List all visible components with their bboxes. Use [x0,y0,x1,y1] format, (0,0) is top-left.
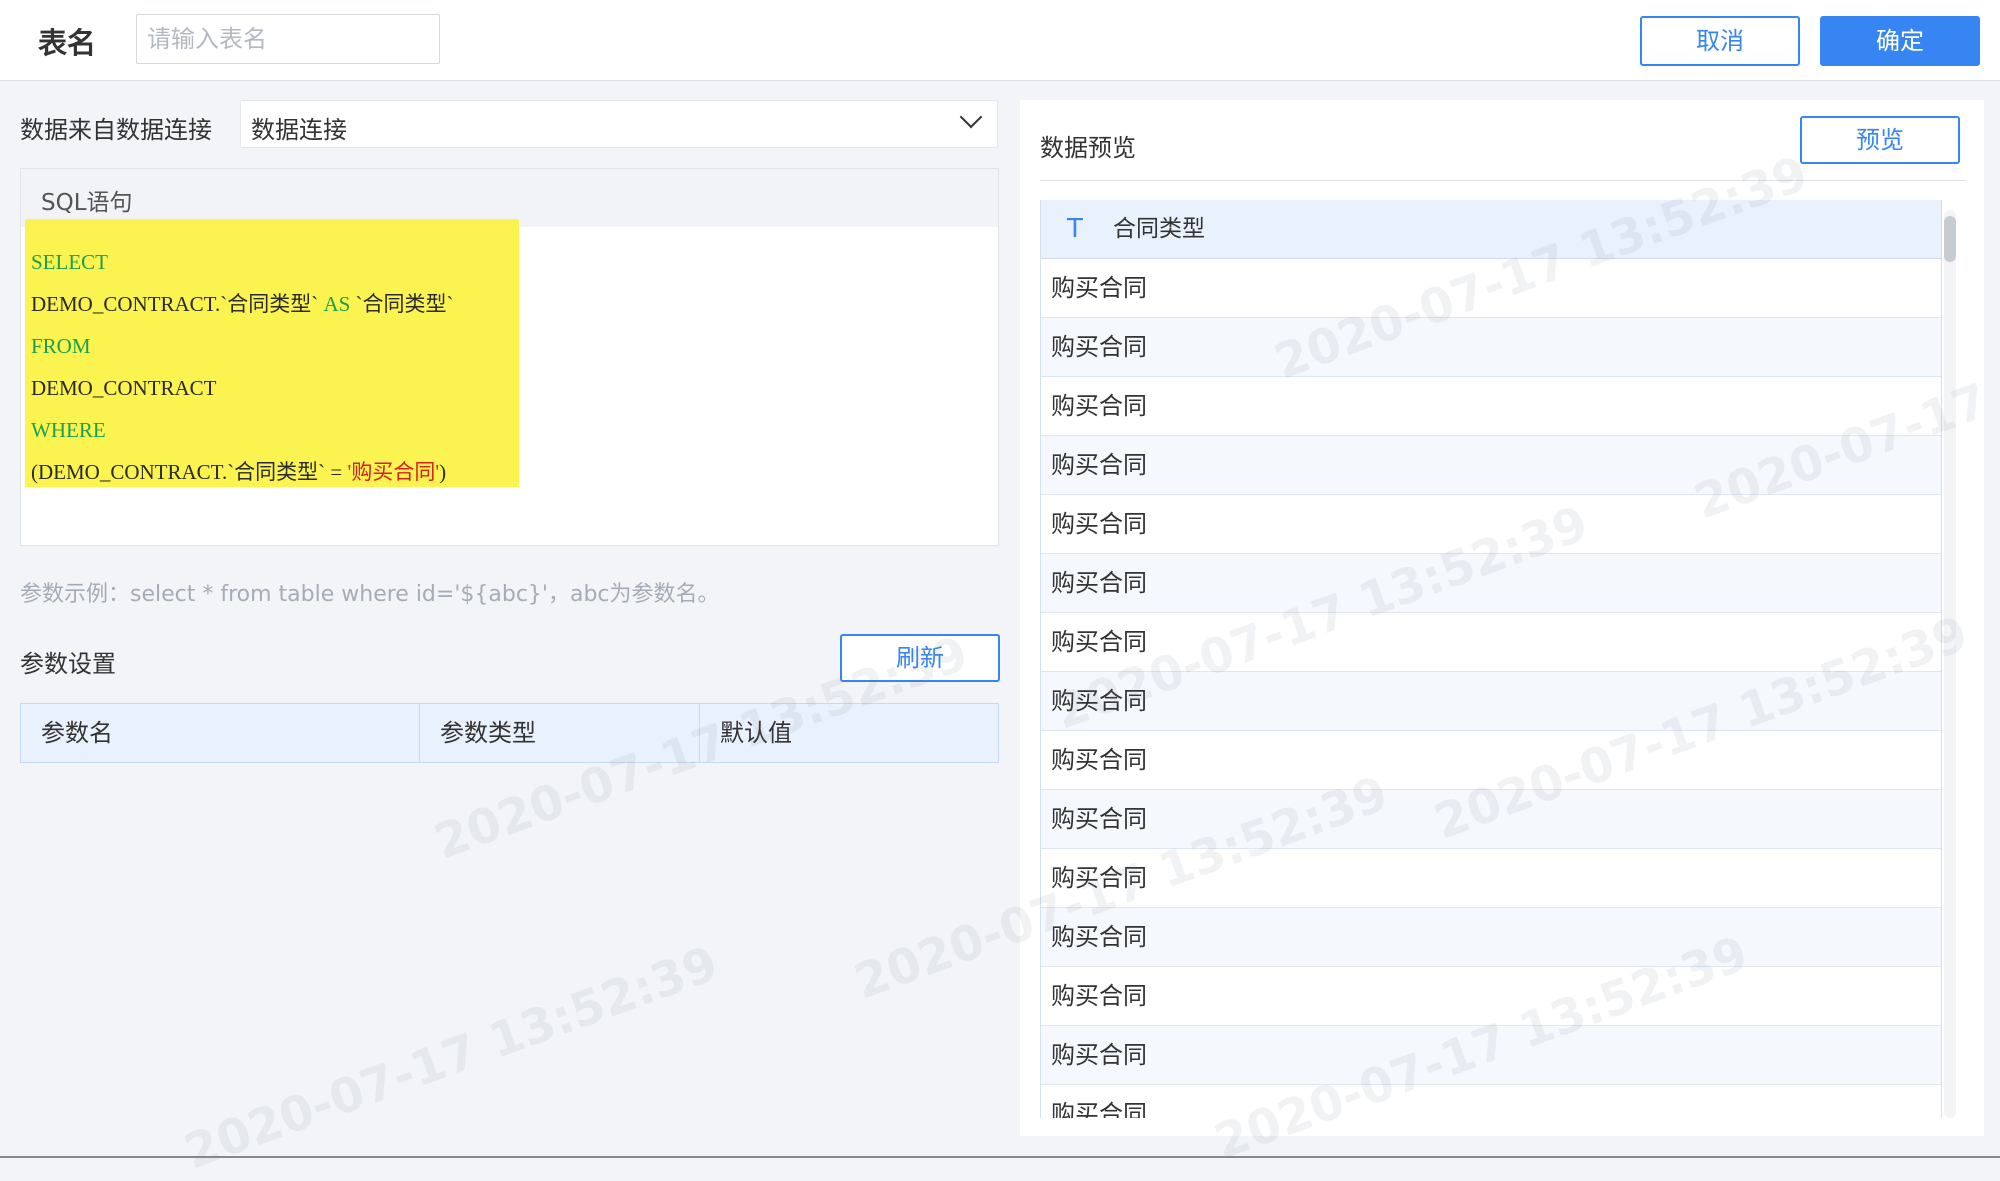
preview-grid: T 合同类型 购买合同 购买合同 购买合同 购买合同 购买合同 购买合同 购买合同 购买合同购… [1040,200,1942,1118]
sql-identifier: ) [439,460,447,484]
top-bar: 表名 取消 确定 [0,0,2000,81]
sql-code[interactable]: SELECT DEMO_CONTRACT.`合同类型` AS `合同类型` FROM… [31,241,454,493]
table-row[interactable]: 购买合同 [1041,908,1941,967]
table-name-input[interactable] [136,14,440,64]
cancel-button[interactable]: 取消 [1640,16,1800,66]
parameter-example-hint: 参数示例：select * from table where id='${abc… [20,582,720,607]
scrollbar-thumb[interactable] [1944,216,1956,262]
data-connection-select[interactable]: 数据连接 [240,100,998,148]
sql-keyword: AS [323,292,351,316]
data-connection-value: 数据连接 [251,116,347,144]
sql-identifier: `合同类型` [350,292,454,316]
column-header-param-name[interactable]: 参数名 [21,704,420,762]
preview-grid-body: 购买合同 购买合同 购买合同 购买合同 购买合同 购买合同 购买合同 购买合同 购买合同 购买合同… [1041,259,1941,1118]
table-row[interactable]: 购买合同 [1041,436,1941,495]
sql-keyword: WHERE [31,418,106,442]
preview-grid-header[interactable]: T 合同类型 [1041,200,1941,259]
column-header-contract-type: 合同类型 [1113,216,1205,242]
parameter-settings-title: 参数设置 [20,650,116,678]
preview-scrollbar[interactable] [1944,210,1956,1118]
divider [1040,180,1966,181]
parameter-table-header: 参数名 参数类型 默认值 [20,703,999,763]
sql-identifier: DEMO_CONTRACT.`合同类型` [31,292,324,316]
watermark: 2020-07-17 13:52:39 [177,935,726,1181]
table-name-label: 表名 [38,26,97,60]
text-type-icon: T [1067,214,1083,244]
sql-editor[interactable]: SQL语句 SELECT DEMO_CONTRACT.`合同类型` AS `合同类… [20,168,999,546]
preview-button[interactable]: 预览 [1800,116,1960,164]
sql-keyword: FROM [31,334,91,358]
table-row[interactable]: 购买合同 [1041,672,1941,731]
sql-line: DEMO_CONTRACT [31,367,454,409]
sql-line: DEMO_CONTRACT.`合同类型` AS `合同类型` [31,283,454,325]
sql-identifier: (DEMO_CONTRACT.`合同类型` = [31,460,348,484]
sql-line: FROM [31,325,454,367]
sql-line: WHERE [31,409,454,451]
table-row[interactable]: 购买合同 [1041,1085,1941,1118]
table-row[interactable]: 购买合同 [1041,790,1941,849]
table-row[interactable]: 购买合同 [1041,613,1941,672]
table-row[interactable]: 购买合同 [1041,967,1941,1026]
sql-identifier: DEMO_CONTRACT [31,376,217,400]
table-row[interactable]: 购买合同 [1041,731,1941,790]
chevron-down-icon [959,105,983,129]
table-row[interactable]: 购买合同 [1041,1026,1941,1085]
table-row[interactable]: 购买合同 [1041,554,1941,613]
confirm-button[interactable]: 确定 [1820,16,1980,66]
sql-editor-title: SQL语句 [41,190,133,216]
data-source-label: 数据来自数据连接 [20,116,212,144]
refresh-button[interactable]: 刷新 [840,634,1000,682]
table-row[interactable]: 购买合同 [1041,377,1941,436]
column-header-default-value[interactable]: 默认值 [700,704,998,762]
sql-string-literal: '购买合同' [347,460,440,484]
table-row[interactable]: 购买合同 [1041,318,1941,377]
column-header-param-type[interactable]: 参数类型 [420,704,700,762]
data-preview-panel: 数据预览 预览 T 合同类型 购买合同 购买合同 购买合同 购买合同 购买合同 购买合同购… [1020,100,1984,1136]
table-row[interactable]: 购买合同 [1041,849,1941,908]
table-row[interactable]: 购买合同 [1041,259,1941,318]
table-row[interactable]: 购买合同 [1041,495,1941,554]
sql-line: (DEMO_CONTRACT.`合同类型` = '购买合同') [31,451,454,493]
data-preview-title: 数据预览 [1040,134,1136,162]
sql-keyword: SELECT [31,250,108,274]
sql-line: SELECT [31,241,454,283]
